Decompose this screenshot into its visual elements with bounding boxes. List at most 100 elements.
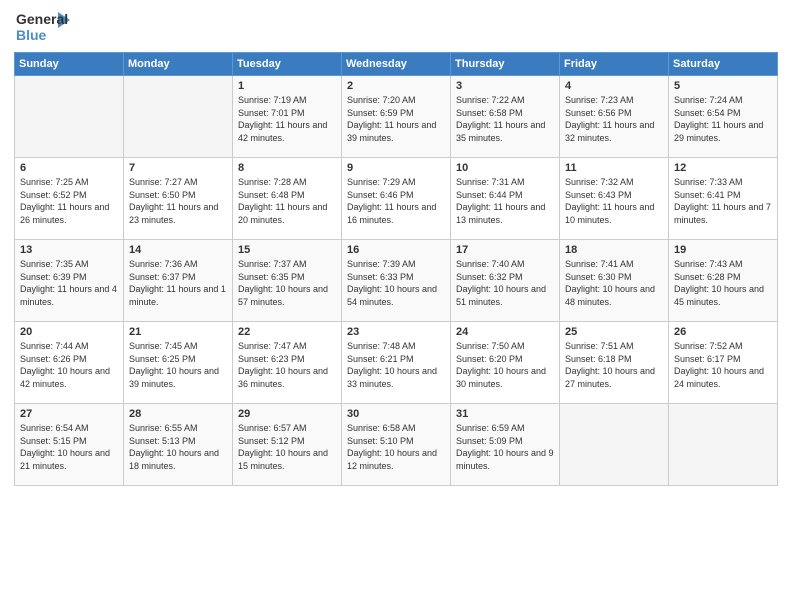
calendar-table: SundayMondayTuesdayWednesdayThursdayFrid…: [14, 52, 778, 486]
day-number: 18: [565, 244, 663, 256]
day-number: 4: [565, 80, 663, 92]
page-container: GeneralBlue SundayMondayTuesdayWednesday…: [0, 0, 792, 612]
calendar-cell: 10 Sunrise: 7:31 AMSunset: 6:44 PMDayligh…: [451, 158, 560, 240]
calendar-cell: 2 Sunrise: 7:20 AMSunset: 6:59 PMDaylight…: [342, 76, 451, 158]
day-number: 3: [456, 80, 554, 92]
page-header: GeneralBlue: [14, 10, 778, 46]
cell-info: Sunrise: 7:45 AMSunset: 6:25 PMDaylight:…: [129, 340, 227, 390]
day-number: 31: [456, 408, 554, 420]
cell-info: Sunrise: 7:27 AMSunset: 6:50 PMDaylight:…: [129, 176, 227, 226]
day-number: 19: [674, 244, 772, 256]
cell-info: Sunrise: 7:29 AMSunset: 6:46 PMDaylight:…: [347, 176, 445, 226]
calendar-cell: 9 Sunrise: 7:29 AMSunset: 6:46 PMDaylight…: [342, 158, 451, 240]
calendar-cell: 25 Sunrise: 7:51 AMSunset: 6:18 PMDayligh…: [560, 322, 669, 404]
calendar-cell: 30 Sunrise: 6:58 AMSunset: 5:10 PMDayligh…: [342, 404, 451, 486]
weekday-header-saturday: Saturday: [669, 53, 778, 76]
calendar-week-1: 1 Sunrise: 7:19 AMSunset: 7:01 PMDaylight…: [15, 76, 778, 158]
calendar-week-5: 27 Sunrise: 6:54 AMSunset: 5:15 PMDayligh…: [15, 404, 778, 486]
weekday-header-friday: Friday: [560, 53, 669, 76]
cell-info: Sunrise: 7:51 AMSunset: 6:18 PMDaylight:…: [565, 340, 663, 390]
header-row: SundayMondayTuesdayWednesdayThursdayFrid…: [15, 53, 778, 76]
calendar-cell: 16Sunrise: 7:39 AMSunset: 6:33 PMDayligh…: [342, 240, 451, 322]
cell-info: Sunrise: 7:52 AMSunset: 6:17 PMDaylight:…: [674, 340, 772, 390]
day-number: 6: [20, 162, 118, 174]
cell-info: Sunrise: 7:22 AMSunset: 6:58 PMDaylight:…: [456, 94, 554, 144]
day-number: 9: [347, 162, 445, 174]
day-number: 27: [20, 408, 118, 420]
calendar-cell: 31Sunrise: 6:59 AMSunset: 5:09 PMDayligh…: [451, 404, 560, 486]
day-number: 23: [347, 326, 445, 338]
weekday-header-tuesday: Tuesday: [233, 53, 342, 76]
calendar-week-2: 6 Sunrise: 7:25 AMSunset: 6:52 PMDaylight…: [15, 158, 778, 240]
cell-info: Sunrise: 6:58 AMSunset: 5:10 PMDaylight:…: [347, 422, 445, 472]
calendar-cell: 5Sunrise: 7:24 AMSunset: 6:54 PMDaylight…: [669, 76, 778, 158]
cell-info: Sunrise: 7:25 AMSunset: 6:52 PMDaylight:…: [20, 176, 118, 226]
calendar-cell: 14 Sunrise: 7:36 AMSunset: 6:37 PMDayligh…: [124, 240, 233, 322]
day-number: 1: [238, 80, 336, 92]
calendar-cell: 4 Sunrise: 7:23 AMSunset: 6:56 PMDaylight…: [560, 76, 669, 158]
day-number: 17: [456, 244, 554, 256]
calendar-cell: 24Sunrise: 7:50 AMSunset: 6:20 PMDayligh…: [451, 322, 560, 404]
calendar-cell: 1 Sunrise: 7:19 AMSunset: 7:01 PMDaylight…: [233, 76, 342, 158]
day-number: 2: [347, 80, 445, 92]
day-number: 8: [238, 162, 336, 174]
day-number: 29: [238, 408, 336, 420]
calendar-week-3: 13 Sunrise: 7:35 AMSunset: 6:39 PMDayligh…: [15, 240, 778, 322]
day-number: 25: [565, 326, 663, 338]
calendar-cell: [15, 76, 124, 158]
day-number: 13: [20, 244, 118, 256]
calendar-cell: 20Sunrise: 7:44 AMSunset: 6:26 PMDayligh…: [15, 322, 124, 404]
calendar-cell: 19Sunrise: 7:43 AMSunset: 6:28 PMDayligh…: [669, 240, 778, 322]
day-number: 15: [238, 244, 336, 256]
cell-info: Sunrise: 7:28 AMSunset: 6:48 PMDaylight:…: [238, 176, 336, 226]
calendar-body: 1 Sunrise: 7:19 AMSunset: 7:01 PMDaylight…: [15, 76, 778, 486]
calendar-cell: 21Sunrise: 7:45 AMSunset: 6:25 PMDayligh…: [124, 322, 233, 404]
svg-text:General: General: [16, 11, 68, 27]
cell-info: Sunrise: 7:31 AMSunset: 6:44 PMDaylight:…: [456, 176, 554, 226]
day-number: 26: [674, 326, 772, 338]
cell-info: Sunrise: 7:41 AMSunset: 6:30 PMDaylight:…: [565, 258, 663, 308]
logo-svg: GeneralBlue: [14, 10, 74, 46]
calendar-cell: 6 Sunrise: 7:25 AMSunset: 6:52 PMDaylight…: [15, 158, 124, 240]
calendar-week-4: 20Sunrise: 7:44 AMSunset: 6:26 PMDayligh…: [15, 322, 778, 404]
weekday-header-sunday: Sunday: [15, 53, 124, 76]
calendar-cell: 8 Sunrise: 7:28 AMSunset: 6:48 PMDaylight…: [233, 158, 342, 240]
weekday-header-wednesday: Wednesday: [342, 53, 451, 76]
cell-info: Sunrise: 7:40 AMSunset: 6:32 PMDaylight:…: [456, 258, 554, 308]
day-number: 7: [129, 162, 227, 174]
cell-info: Sunrise: 7:35 AMSunset: 6:39 PMDaylight:…: [20, 258, 118, 308]
calendar-cell: 22 Sunrise: 7:47 AMSunset: 6:23 PMDayligh…: [233, 322, 342, 404]
cell-info: Sunrise: 7:19 AMSunset: 7:01 PMDaylight:…: [238, 94, 336, 144]
calendar-cell: [669, 404, 778, 486]
calendar-cell: 7 Sunrise: 7:27 AMSunset: 6:50 PMDaylight…: [124, 158, 233, 240]
day-number: 14: [129, 244, 227, 256]
day-number: 22: [238, 326, 336, 338]
cell-info: Sunrise: 7:47 AMSunset: 6:23 PMDaylight:…: [238, 340, 336, 390]
cell-info: Sunrise: 7:23 AMSunset: 6:56 PMDaylight:…: [565, 94, 663, 144]
logo: GeneralBlue: [14, 10, 74, 46]
calendar-header: SundayMondayTuesdayWednesdayThursdayFrid…: [15, 53, 778, 76]
cell-info: Sunrise: 7:20 AMSunset: 6:59 PMDaylight:…: [347, 94, 445, 144]
calendar-cell: 23Sunrise: 7:48 AMSunset: 6:21 PMDayligh…: [342, 322, 451, 404]
day-number: 11: [565, 162, 663, 174]
cell-info: Sunrise: 7:39 AMSunset: 6:33 PMDaylight:…: [347, 258, 445, 308]
cell-info: Sunrise: 7:36 AMSunset: 6:37 PMDaylight:…: [129, 258, 227, 308]
calendar-cell: 15 Sunrise: 7:37 AMSunset: 6:35 PMDayligh…: [233, 240, 342, 322]
cell-info: Sunrise: 7:44 AMSunset: 6:26 PMDaylight:…: [20, 340, 118, 390]
calendar-cell: 29Sunrise: 6:57 AMSunset: 5:12 PMDayligh…: [233, 404, 342, 486]
cell-info: Sunrise: 6:54 AMSunset: 5:15 PMDaylight:…: [20, 422, 118, 472]
cell-info: Sunrise: 6:55 AMSunset: 5:13 PMDaylight:…: [129, 422, 227, 472]
cell-info: Sunrise: 7:32 AMSunset: 6:43 PMDaylight:…: [565, 176, 663, 226]
cell-info: Sunrise: 7:37 AMSunset: 6:35 PMDaylight:…: [238, 258, 336, 308]
calendar-cell: 18 Sunrise: 7:41 AMSunset: 6:30 PMDayligh…: [560, 240, 669, 322]
weekday-header-thursday: Thursday: [451, 53, 560, 76]
weekday-header-monday: Monday: [124, 53, 233, 76]
calendar-cell: [124, 76, 233, 158]
day-number: 10: [456, 162, 554, 174]
cell-info: Sunrise: 7:33 AMSunset: 6:41 PMDaylight:…: [674, 176, 772, 226]
calendar-cell: 13 Sunrise: 7:35 AMSunset: 6:39 PMDayligh…: [15, 240, 124, 322]
day-number: 30: [347, 408, 445, 420]
day-number: 28: [129, 408, 227, 420]
day-number: 12: [674, 162, 772, 174]
calendar-cell: 28 Sunrise: 6:55 AMSunset: 5:13 PMDayligh…: [124, 404, 233, 486]
